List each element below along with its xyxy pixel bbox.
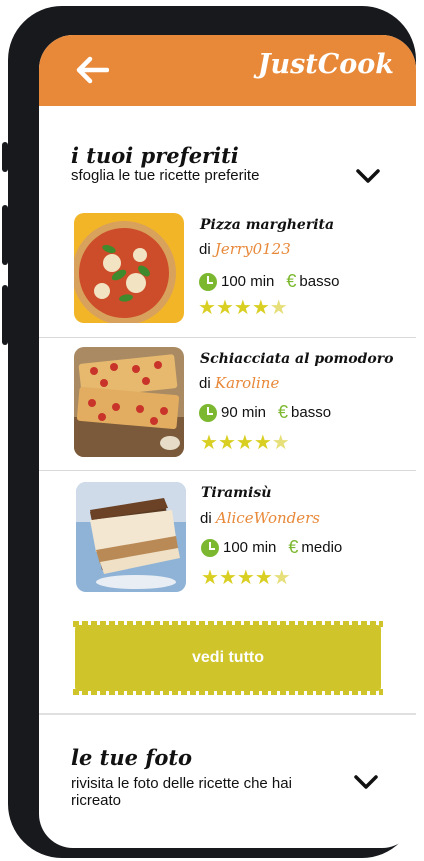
recipe-author-prefix: di	[199, 241, 211, 258]
recipe-image-tiramisu	[76, 482, 186, 592]
rating-stars: ★ ★ ★ ★ ★	[201, 567, 291, 587]
star-icon: ★	[251, 295, 270, 319]
recipe-cost: basso	[299, 273, 340, 290]
recipe-title: Tiramisù	[201, 485, 272, 501]
recipe-author-prefix: di	[199, 375, 211, 392]
chevron-down-icon[interactable]	[355, 167, 381, 185]
star-icon: ★	[198, 295, 216, 319]
recipe-title: Schiacciata al pomodoro	[200, 351, 394, 367]
recipe-time: 90 min	[221, 404, 267, 421]
star-half-icon: ★	[269, 295, 288, 319]
recipe-cost: medio	[301, 539, 343, 556]
star-icon: ★	[253, 430, 272, 454]
clock-icon	[201, 538, 219, 557]
star-icon: ★	[236, 565, 255, 589]
recipe-meta: 100 min € basso	[199, 271, 339, 292]
star-half-icon: ★	[271, 430, 290, 454]
recipe-author: di Karoline	[199, 374, 279, 392]
recipe-cost: basso	[291, 404, 332, 421]
star-icon: ★	[235, 430, 254, 454]
recipe-time: 100 min	[221, 273, 275, 290]
divider	[39, 713, 416, 715]
recipe-image-schiacciata	[74, 347, 184, 457]
euro-icon: €	[288, 537, 299, 557]
recipe-author: di AliceWonders	[200, 509, 320, 527]
euro-icon: €	[286, 271, 297, 291]
see-all-button[interactable]: vedi tutto	[73, 621, 383, 695]
recipe-title: Pizza margherita	[200, 217, 335, 233]
top-bar: JustCook	[39, 35, 416, 106]
favorites-subtitle: sfoglia le tue ricette preferite	[71, 167, 260, 184]
recipe-author-name[interactable]: Karoline	[215, 374, 279, 392]
rating-stars: ★ ★ ★ ★ ★	[200, 432, 290, 452]
star-icon: ★	[215, 295, 234, 319]
back-arrow-icon[interactable]	[75, 55, 109, 85]
photos-subtitle: rivisita le foto delle ricette che hai r…	[71, 775, 292, 809]
recipe-card[interactable]: Schiacciata al pomodoro di Karoline 90 m…	[39, 338, 416, 470]
recipe-meta: 100 min € medio	[201, 537, 342, 558]
star-half-icon: ★	[272, 565, 291, 589]
favorites-title: i tuoi preferiti	[71, 143, 239, 168]
euro-icon: €	[278, 402, 289, 422]
star-icon: ★	[200, 430, 218, 454]
recipe-author-name[interactable]: AliceWonders	[216, 509, 320, 527]
rating-stars: ★ ★ ★ ★ ★	[198, 297, 288, 317]
recipe-image-pizza	[74, 213, 184, 323]
recipe-card[interactable]: Pizza margherita di Jerry0123 100 min € …	[39, 205, 416, 337]
clock-icon	[199, 403, 217, 422]
app-logo: JustCook	[257, 49, 394, 80]
recipe-author-name[interactable]: Jerry0123	[215, 240, 291, 258]
star-icon: ★	[254, 565, 273, 589]
recipe-time: 100 min	[223, 539, 277, 556]
app-screen: JustCook i tuoi preferiti sfoglia le tue…	[39, 35, 416, 848]
recipe-card[interactable]: Tiramisù di AliceWonders 100 min € medio…	[39, 471, 416, 603]
recipe-author: di Jerry0123	[199, 240, 291, 258]
star-icon: ★	[233, 295, 252, 319]
recipe-meta: 90 min € basso	[199, 402, 331, 423]
phone-frame: JustCook i tuoi preferiti sfoglia le tue…	[8, 6, 416, 858]
clock-icon	[199, 272, 217, 291]
star-icon: ★	[201, 565, 219, 589]
chevron-down-icon[interactable]	[353, 773, 379, 791]
recipe-author-prefix: di	[200, 510, 212, 527]
star-icon: ★	[218, 565, 237, 589]
photos-title: le tue foto	[71, 745, 193, 770]
star-icon: ★	[217, 430, 236, 454]
